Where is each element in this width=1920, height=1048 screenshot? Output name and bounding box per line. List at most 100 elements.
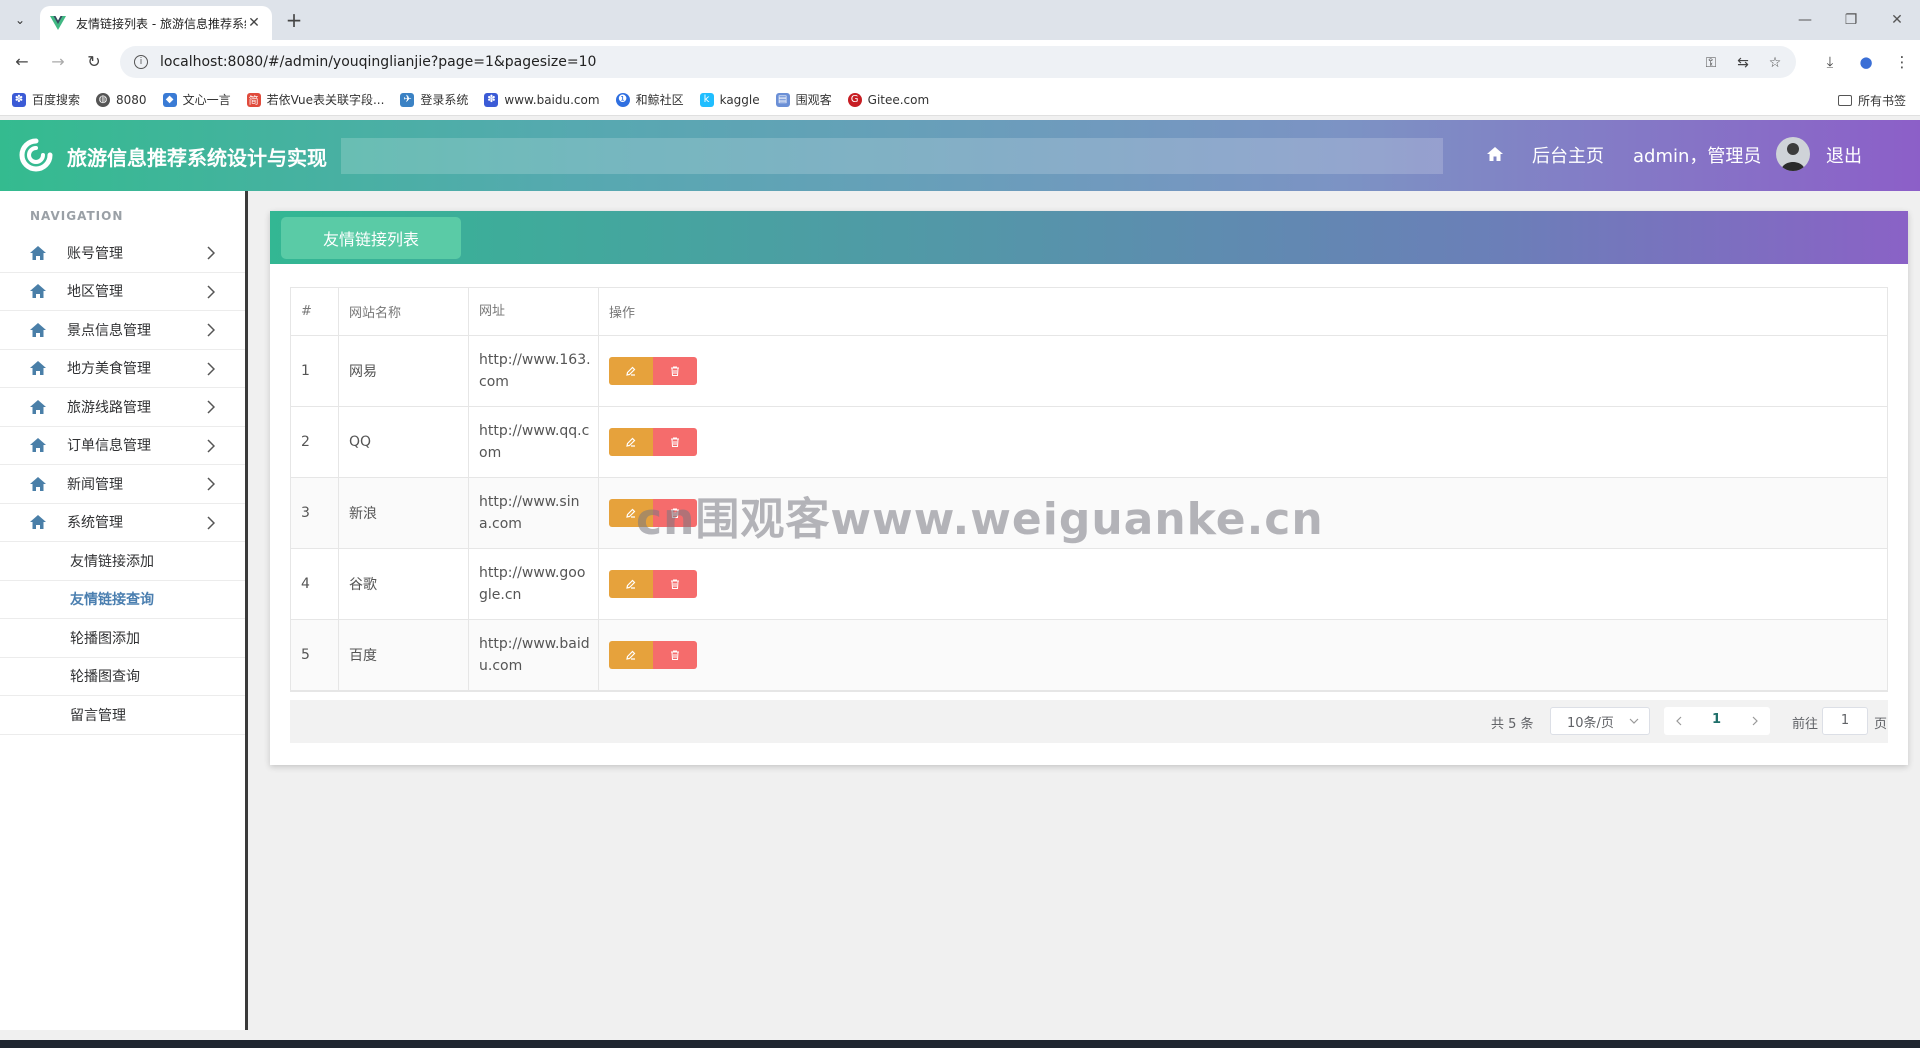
chevron-right-icon [207, 477, 215, 491]
site-name: QQ [339, 407, 469, 477]
bookmark-item[interactable]: ▤ 围观客 [775, 91, 832, 108]
forward-icon[interactable]: → [46, 50, 70, 74]
tab-link-list[interactable]: 友情链接列表 [281, 217, 461, 259]
bookmark-item[interactable]: ❶ 和鲸社区 [615, 91, 684, 108]
logout-link[interactable]: 退出 [1826, 142, 1862, 168]
header-search-bar[interactable] [341, 138, 1443, 174]
sidebar-item-label: 账号管理 [67, 245, 123, 262]
site-url: http://www.qq.com [469, 407, 599, 477]
browser-tab[interactable]: 友情链接列表 - 旅游信息推荐系统设计与实现 ✕ [40, 6, 272, 40]
bird-icon: ✈ [400, 92, 415, 107]
delete-button[interactable] [653, 570, 697, 598]
chevron-right-icon[interactable] [1750, 716, 1760, 726]
home-icon [30, 284, 46, 299]
trash-icon [671, 366, 679, 376]
sidebar-item-routes[interactable]: 旅游线路管理 [0, 388, 245, 427]
page-nav: 1 [1664, 707, 1770, 735]
address-bar[interactable]: i localhost:8080/#/admin/youqinglianjie?… [120, 46, 1796, 78]
trash-icon [671, 437, 679, 447]
bookmark-item[interactable]: G Gitee.com [847, 92, 929, 107]
minimize-icon[interactable]: — [1782, 0, 1828, 40]
sidebar-item-attractions[interactable]: 景点信息管理 [0, 311, 245, 350]
folder-icon [1837, 95, 1852, 106]
row-index: 3 [291, 478, 339, 548]
star-icon[interactable]: ☆ [1766, 54, 1784, 72]
home-icon [30, 438, 46, 453]
page-size-select[interactable]: 10条/页 [1550, 707, 1650, 735]
app-header: 旅游信息推荐系统设计与实现 后台主页 admin，管理员 退出 [0, 120, 1920, 191]
site-info-icon[interactable]: i [134, 55, 148, 69]
delete-button[interactable] [653, 641, 697, 669]
sidebar-item-news[interactable]: 新闻管理 [0, 465, 245, 504]
sidebar-item-label: 地区管理 [67, 284, 123, 301]
home-icon [30, 322, 46, 337]
sidebar-item-label: 旅游线路管理 [67, 399, 151, 416]
bookmark-item[interactable]: 简若依Vue表关联字段... [246, 91, 384, 108]
close-tab-icon[interactable]: ✕ [246, 15, 262, 31]
reload-icon[interactable]: ↻ [82, 50, 106, 74]
bookmark-item[interactable]: ◆ 文心一言 [162, 91, 231, 108]
chevron-right-icon [207, 515, 215, 530]
sidebar-item-system[interactable]: 系统管理 [0, 504, 245, 542]
edit-button[interactable] [609, 428, 653, 456]
bookmark-item[interactable]: k kaggle [699, 92, 760, 107]
bookmark-item[interactable]: ◍ 8080 [96, 92, 147, 107]
home-icon [30, 245, 46, 260]
sidebar-item-food[interactable]: 地方美食管理 [0, 350, 245, 388]
dashboard-home-link[interactable]: 后台主页 [1532, 142, 1604, 168]
delete-button[interactable] [653, 428, 697, 456]
goto-page-input[interactable]: 1 [1822, 707, 1868, 735]
sidebar-subitem-carousel-add[interactable]: 轮播图添加 [0, 619, 245, 658]
site-name: 新浪 [339, 478, 469, 548]
chevron-right-icon [207, 400, 215, 414]
sidebar-item-label: 订单信息管理 [67, 438, 151, 455]
table-row: 2 QQ http://www.qq.com [291, 407, 1887, 478]
table-header-row: # 网站名称 网址 操作 [291, 288, 1887, 336]
table-row: 1 网易 http://www.163.com [291, 336, 1887, 407]
column-header: 操作 [609, 306, 636, 321]
avatar[interactable] [1776, 137, 1810, 171]
sidebar: NAVIGATION 账号管理 地区管理 景点信息管理 地方美食管理 旅游线路管… [0, 191, 248, 1030]
restore-icon[interactable]: ❐ [1828, 0, 1874, 40]
edit-button[interactable] [609, 357, 653, 385]
row-actions [599, 336, 1887, 406]
bookmark-item[interactable]: ✈ 登录系统 [400, 91, 468, 108]
sidebar-subitem-messages[interactable]: 留言管理 [0, 696, 245, 735]
current-page[interactable]: 1 [1712, 712, 1721, 727]
sidebar-item-orders[interactable]: 订单信息管理 [0, 427, 245, 465]
delete-button[interactable] [653, 357, 697, 385]
sidebar-item-label: 系统管理 [67, 515, 123, 532]
translate-icon[interactable]: ⇆ [1734, 54, 1752, 72]
heywhale-icon: ❶ [615, 92, 630, 107]
all-bookmarks[interactable]: 所有书签 [1837, 92, 1906, 109]
edit-button[interactable] [609, 570, 653, 598]
bookmark-item[interactable]: ✽ www.baidu.com [484, 92, 600, 107]
browser-tabbar: ⌄ 友情链接列表 - 旅游信息推荐系统设计与实现 ✕ + — ❐ ✕ [0, 0, 1920, 40]
app-title: 旅游信息推荐系统设计与实现 [67, 146, 327, 170]
bookmarks-bar: ✽ 百度搜索 ◍ 8080 ◆ 文心一言 简若依Vue表关联字段... ✈ 登录系统 ✽… [0, 84, 1920, 116]
key-icon[interactable]: ⚿ [1702, 54, 1720, 72]
chevron-right-icon [207, 361, 215, 376]
vue-logo-icon [50, 16, 66, 30]
profile-icon[interactable]: ● [1848, 50, 1884, 74]
sidebar-item-account[interactable]: 账号管理 [0, 234, 245, 273]
sidebar-item-label: 地方美食管理 [67, 361, 151, 378]
chevron-left-icon[interactable] [1674, 716, 1684, 726]
wenxin-icon: ◆ [162, 92, 177, 107]
new-tab-button[interactable]: + [282, 8, 306, 32]
tab-search-button[interactable]: ⌄ [8, 8, 32, 32]
watermark: cn围观客www.weiguanke.cn [636, 494, 1324, 545]
home-icon[interactable] [1486, 145, 1504, 163]
edit-button[interactable] [609, 641, 653, 669]
url-text: localhost:8080/#/admin/youqinglianjie?pa… [160, 54, 597, 70]
sidebar-subitem-carousel-query[interactable]: 轮播图查询 [0, 658, 245, 696]
sidebar-subitem-link-add[interactable]: 友情链接添加 [0, 542, 245, 581]
download-icon[interactable]: ⤓ [1812, 50, 1848, 74]
menu-icon[interactable]: ⋮ [1884, 50, 1920, 74]
sidebar-item-region[interactable]: 地区管理 [0, 273, 245, 311]
sidebar-subitem-link-query[interactable]: 友情链接查询 [0, 581, 245, 619]
bookmark-item[interactable]: ✽ 百度搜索 [12, 91, 80, 108]
total-count: 共 5 条 [1491, 717, 1534, 732]
back-icon[interactable]: ← [10, 50, 34, 74]
close-window-icon[interactable]: ✕ [1874, 0, 1920, 40]
